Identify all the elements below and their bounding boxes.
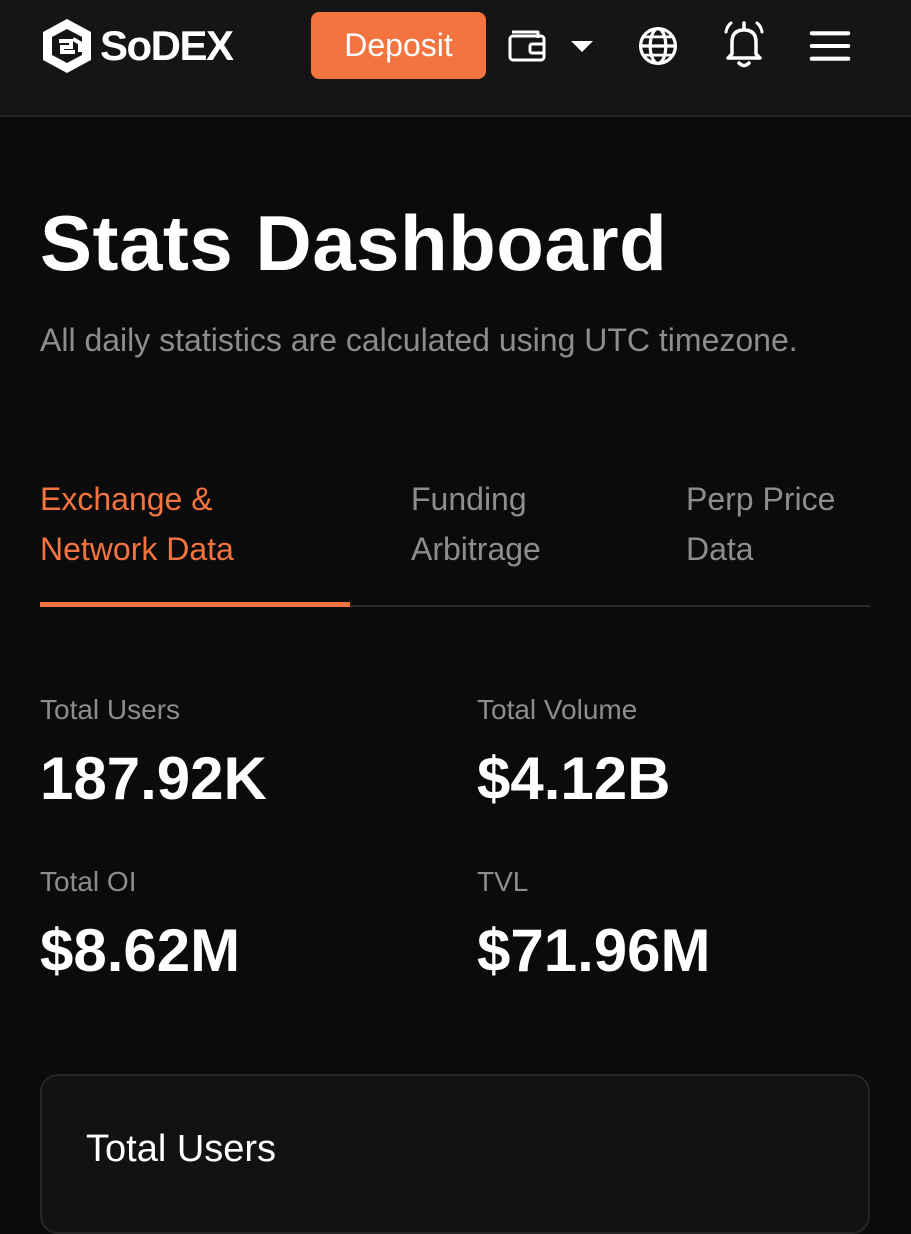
page-subtitle: All daily statistics are calculated usin… [40, 322, 798, 358]
stat-tvl: TVL $71.96M [477, 865, 711, 981]
stat-label: Total Volume [477, 694, 638, 725]
stat-value: $8.62M [40, 917, 241, 984]
active-tab-indicator [40, 602, 350, 607]
menu-icon[interactable] [806, 24, 854, 68]
card-title: Total Users [86, 1128, 277, 1170]
bell-icon[interactable] [720, 18, 768, 72]
stat-total-volume: Total Volume $4.12B [477, 693, 670, 809]
top-navbar: SoDEX Deposit [0, 0, 911, 117]
stat-value: 187.92K [40, 745, 267, 812]
stats-tabs: Exchange & Network Data Funding Arbitrag… [40, 474, 870, 607]
total-users-chart-card: Total Users [40, 1074, 870, 1234]
stat-label: Total Users [40, 694, 181, 725]
stat-total-users: Total Users 187.92K [40, 693, 267, 809]
chevron-down-icon[interactable] [568, 32, 596, 60]
stat-label: TVL [477, 866, 529, 897]
brand-logo[interactable]: SoDEX [40, 16, 234, 76]
tab-funding-arbitrage[interactable]: Funding Arbitrage [411, 474, 651, 574]
tab-exchange-network-data[interactable]: Exchange & Network Data [40, 474, 340, 574]
wallet-icon[interactable] [506, 26, 548, 66]
stat-total-oi: Total OI $8.62M [40, 865, 240, 981]
deposit-button[interactable]: Deposit [311, 12, 486, 79]
tab-perp-price-data[interactable]: Perp Price Data [686, 474, 886, 574]
stat-value: $4.12B [477, 745, 671, 812]
page-title: Stats Dashboard [40, 199, 668, 287]
stat-label: Total OI [40, 866, 137, 897]
globe-icon[interactable] [634, 22, 682, 70]
logo-icon [43, 19, 91, 73]
stat-value: $71.96M [477, 917, 711, 984]
brand-name: SoDEX [100, 22, 234, 69]
